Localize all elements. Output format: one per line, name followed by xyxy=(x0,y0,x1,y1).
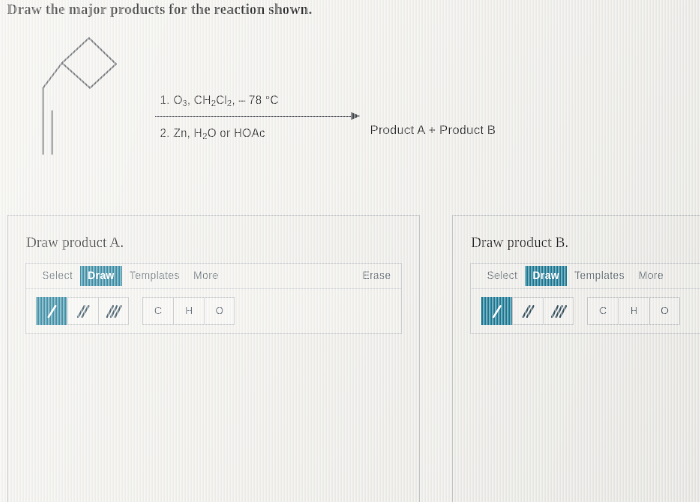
triple-bond-icon[interactable] xyxy=(543,297,574,325)
cyclobutane-ring xyxy=(61,37,117,89)
answer-panel-product-a: Draw product A. Select Draw Templates Mo… xyxy=(7,215,420,502)
single-bond-icon[interactable] xyxy=(481,297,512,325)
drawing-canvas-a[interactable] xyxy=(25,341,409,502)
reagent-step-2: 2. Zn, H2O or HOAc xyxy=(160,127,266,141)
bond-tool-group-a xyxy=(36,297,129,325)
panel-title-product-b: Draw product B. xyxy=(471,235,569,251)
menu-item-templates-b[interactable]: Templates xyxy=(567,267,631,286)
arrow-shaft xyxy=(155,116,355,118)
atom-tool-group-a: C H O xyxy=(142,297,235,325)
editor-tools-row-b: C H O xyxy=(471,289,700,333)
atom-tool-group-b: C H O xyxy=(587,297,680,325)
single-bond-icon[interactable] xyxy=(36,297,67,325)
atom-button-h-b[interactable]: H xyxy=(618,297,649,325)
atom-button-o-a[interactable]: O xyxy=(204,297,235,325)
products-label: Product A + Product B xyxy=(370,123,496,137)
atom-button-c-a[interactable]: C xyxy=(142,297,173,325)
menu-item-select-a[interactable]: Select xyxy=(35,267,80,286)
reagent-step-1: 1. O3, CH2Cl2, – 78 °C xyxy=(160,94,279,108)
menu-item-draw-a[interactable]: Draw xyxy=(79,265,123,287)
reaction-scheme: 1. O3, CH2Cl2, – 78 °C 2. Zn, H2O or HOA… xyxy=(0,16,700,196)
molecule-editor-a: Select Draw Templates More Erase C H O xyxy=(25,263,402,334)
menu-item-draw-b[interactable]: Draw xyxy=(524,265,568,287)
menu-item-templates-a[interactable]: Templates xyxy=(122,267,186,286)
atom-button-h-a[interactable]: H xyxy=(173,297,204,325)
reagents-block: 1. O3, CH2Cl2, – 78 °C 2. Zn, H2O or HOA… xyxy=(155,94,360,141)
ring-to-ch2-bond xyxy=(42,62,63,89)
editor-menu-row-b: Select Draw Templates More xyxy=(471,264,700,289)
menu-item-more-a[interactable]: More xyxy=(186,267,225,286)
panel-title-product-a: Draw product A. xyxy=(26,235,124,251)
editor-tools-row-a: C H O xyxy=(26,289,401,333)
molecule-editor-b: Select Draw Templates More C H O xyxy=(470,263,700,334)
drawing-canvas-b[interactable] xyxy=(470,341,700,502)
erase-button-a[interactable]: Erase xyxy=(362,270,391,282)
bond-tool-group-b xyxy=(481,297,574,325)
menu-item-more-b[interactable]: More xyxy=(631,267,670,286)
arrow-head xyxy=(351,112,360,121)
editor-menu-row-a: Select Draw Templates More Erase xyxy=(26,264,401,289)
answer-panel-product-b: Draw product B. Select Draw Templates Mo… xyxy=(452,215,700,502)
atom-button-o-b[interactable]: O xyxy=(649,297,680,325)
double-bond-icon[interactable] xyxy=(512,297,543,325)
starting-material-structure xyxy=(42,37,117,155)
reaction-arrow xyxy=(155,112,360,121)
triple-bond-icon[interactable] xyxy=(98,297,129,325)
atom-button-c-b[interactable]: C xyxy=(587,297,618,325)
menu-item-select-b[interactable]: Select xyxy=(480,267,525,286)
double-bond-icon[interactable] xyxy=(67,297,98,325)
